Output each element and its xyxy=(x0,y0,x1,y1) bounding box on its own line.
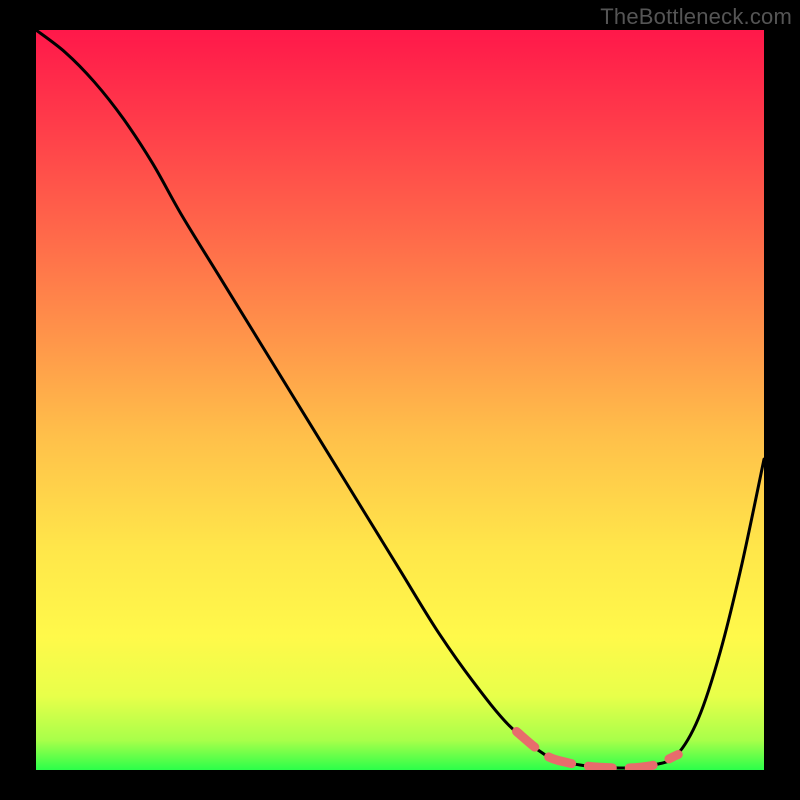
plot-area xyxy=(36,30,764,770)
chart-container: TheBottleneck.com xyxy=(0,0,800,800)
chart-svg xyxy=(0,0,800,800)
watermark: TheBottleneck.com xyxy=(600,4,792,30)
